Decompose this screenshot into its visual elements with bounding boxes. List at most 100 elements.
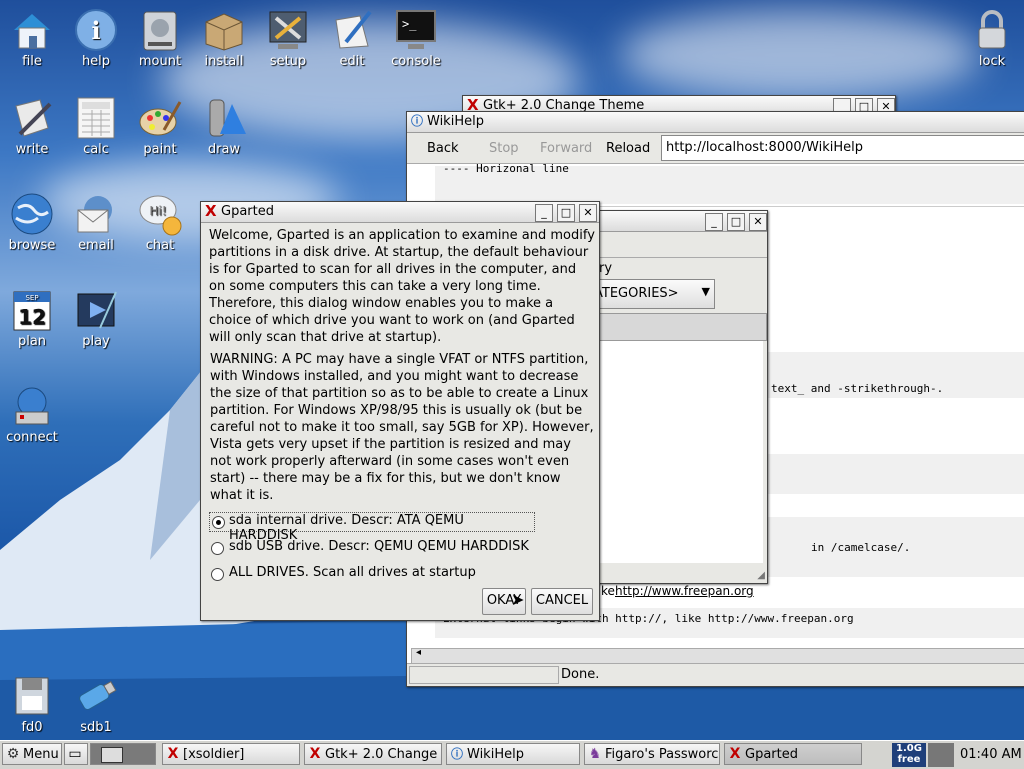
status-progress — [409, 666, 559, 684]
url-input[interactable]: http://localhost:8000/WikiHelp — [661, 135, 1024, 161]
drive-option-sda[interactable]: sda internal drive. Descr: ATA QEMU HARD… — [209, 512, 535, 543]
task-xsoldier[interactable]: X [xsoldier] — [162, 743, 300, 765]
terminal-icon: >_ — [394, 8, 438, 52]
svg-text:>_: >_ — [402, 17, 417, 31]
svg-text:12: 12 — [18, 305, 46, 329]
package-icon — [202, 8, 246, 52]
radio-all[interactable] — [211, 568, 224, 581]
desktop-icon: ▭ — [68, 746, 82, 762]
chat-bubble-icon: Hi! — [138, 192, 182, 236]
gparted-dialog[interactable]: X Gparted _ □ ✕ Welcome, Gparted is an a… — [200, 201, 600, 621]
desktop-icon-lock[interactable]: lock — [960, 8, 1024, 69]
drive-option-all[interactable]: ALL DRIVES. Scan all drives at startup — [209, 565, 549, 583]
x-logo-icon: X — [467, 96, 479, 114]
task-figaro[interactable]: ♞ Figaro's Passworc — [584, 743, 720, 765]
task-wikihelp[interactable]: ⓘ WikiHelp — [446, 743, 580, 765]
desktop-icon-chat[interactable]: Hi! chat — [128, 192, 192, 253]
minimize-icon[interactable]: _ — [535, 204, 553, 222]
desktop-icon-paint[interactable]: paint — [128, 96, 192, 157]
maximize-icon[interactable]: □ — [727, 213, 745, 231]
desktop-icon-mount[interactable]: mount — [128, 8, 192, 69]
reload-button[interactable]: Reload — [606, 141, 650, 156]
cpu-monitor — [928, 743, 954, 767]
desktop-icon-email[interactable]: email — [64, 192, 128, 253]
free-memory-badge: 1.0G free — [892, 743, 926, 767]
warning-text: WARNING: A PC may have a single VFAT or … — [210, 352, 594, 503]
svg-text:SEP: SEP — [25, 294, 38, 302]
wiki-block-1: ---- Horizonal line — [435, 162, 1024, 204]
desktop-icon-draw[interactable]: draw — [192, 96, 256, 157]
mouse-cursor-icon: ➤ — [511, 590, 525, 609]
close-icon[interactable]: ✕ — [579, 204, 597, 222]
palette-icon — [138, 96, 182, 140]
horizontal-scrollbar[interactable]: ◂ — [411, 647, 1024, 664]
info-icon: ⓘ — [450, 747, 463, 761]
desktop-icon-edit[interactable]: edit — [320, 8, 384, 69]
mail-icon — [74, 192, 118, 236]
usb-icon — [74, 674, 118, 718]
desktop-icon-browse[interactable]: browse — [0, 192, 64, 253]
cancel-button[interactable]: CANCEL — [531, 588, 593, 615]
category-dropdown[interactable]: ATEGORIES> ▼ — [589, 279, 715, 309]
video-icon — [74, 288, 118, 332]
figaro-icon: ♞ — [588, 746, 602, 762]
tools-icon — [266, 8, 310, 52]
minimize-icon[interactable]: _ — [705, 213, 723, 231]
chevron-down-icon: ▼ — [701, 285, 710, 298]
home-folder-icon — [10, 8, 54, 52]
scroll-left-icon[interactable]: ◂ — [416, 647, 421, 658]
desktop-icon-fd0[interactable]: fd0 — [0, 674, 64, 735]
desktop-icon-connect[interactable]: connect — [0, 384, 64, 445]
task-gtk-theme[interactable]: X Gtk+ 2.0 Change — [304, 743, 442, 765]
desktop-icon-plan[interactable]: SEP 12 plan — [0, 288, 64, 349]
drive-icon — [138, 8, 182, 52]
wikihelp-titlebar[interactable]: ⓘ WikiHelp — [407, 112, 1024, 133]
desktop-icon-sdb1[interactable]: sdb1 — [64, 674, 128, 735]
info-icon: ⓘ — [411, 114, 424, 128]
pen-icon — [330, 8, 374, 52]
show-desktop-button[interactable]: ▭ — [64, 743, 88, 765]
calendar-icon: SEP 12 — [10, 288, 54, 332]
desktop-icon-calc[interactable]: calc — [64, 96, 128, 157]
desktop-icon-write[interactable]: write — [0, 96, 64, 157]
x-logo-icon: X — [167, 746, 179, 762]
writer-icon — [10, 96, 54, 140]
desktop-icon-install[interactable]: install — [192, 8, 256, 69]
x-logo-icon: X — [309, 746, 321, 762]
pager[interactable] — [90, 743, 156, 765]
intro-text: Welcome, Gparted is an application to ex… — [209, 228, 595, 345]
status-bar: Done. — [407, 663, 1024, 686]
svg-text:Hi!: Hi! — [149, 204, 166, 218]
gparted-titlebar[interactable]: X Gparted _ □ ✕ — [201, 202, 599, 223]
menu-button[interactable]: ⚙ Menu — [2, 743, 62, 765]
padlock-icon — [970, 8, 1014, 52]
x-logo-icon: X — [729, 746, 741, 762]
close-icon[interactable]: ✕ — [749, 213, 767, 231]
spreadsheet-icon — [74, 96, 118, 140]
desktop-icon-file[interactable]: file — [0, 8, 64, 69]
stop-button[interactable]: Stop — [489, 141, 519, 156]
radio-sdb[interactable] — [211, 542, 224, 555]
drive-option-sdb[interactable]: sdb USB drive. Descr: QEMU QEMU HARDDISK — [209, 539, 549, 557]
info-icon: i — [74, 8, 118, 52]
radio-sda[interactable] — [212, 516, 225, 529]
resize-grip-icon[interactable]: ◢ — [757, 570, 765, 581]
freepan-link[interactable]: http://www.freepan.org — [615, 584, 754, 598]
forward-button[interactable]: Forward — [540, 141, 592, 156]
task-gparted[interactable]: X Gparted — [724, 743, 862, 765]
clock: 01:40 AM — [960, 747, 1022, 762]
wikihelp-toolbar: Back Stop Forward Reload http://localhos… — [407, 133, 1024, 164]
globe-icon — [10, 192, 54, 236]
maximize-icon[interactable]: □ — [557, 204, 575, 222]
workspace-icon — [101, 747, 123, 763]
desktop-icon-console[interactable]: >_ console — [384, 8, 448, 69]
menu-icon: ⚙ — [6, 746, 20, 762]
desktop-icon-play[interactable]: play — [64, 288, 128, 349]
back-button[interactable]: Back — [427, 141, 459, 156]
desktop-icon-help[interactable]: i help — [64, 8, 128, 69]
x-logo-icon: X — [205, 202, 217, 220]
draw-icon — [202, 96, 246, 140]
desktop-icon-setup[interactable]: setup — [256, 8, 320, 69]
svg-text:i: i — [91, 16, 100, 45]
taskbar: ⚙ Menu ▭ X [xsoldier] X Gtk+ 2.0 Change … — [0, 740, 1024, 769]
